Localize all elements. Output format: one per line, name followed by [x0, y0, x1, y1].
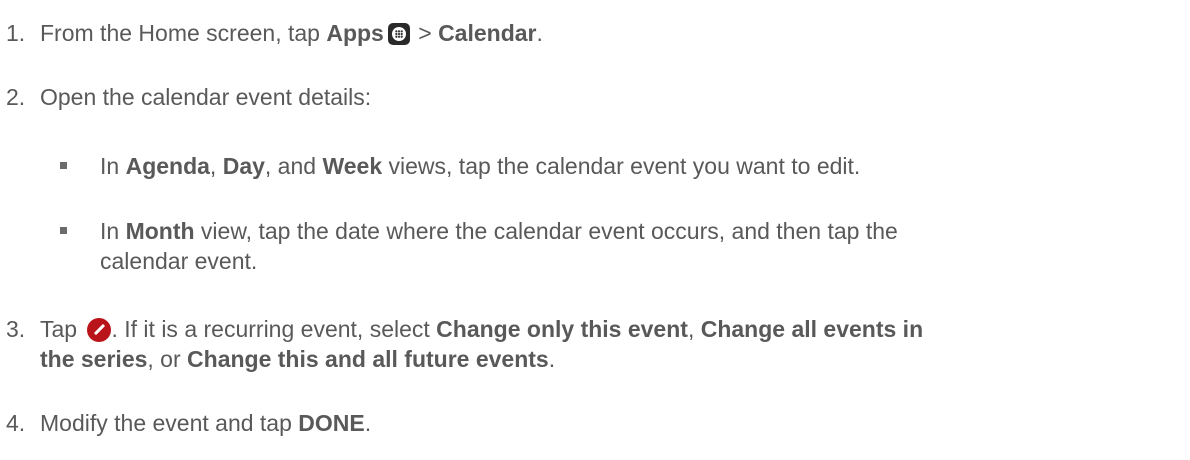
calendar-label: Calendar — [438, 20, 537, 46]
step-number: 4. — [6, 410, 26, 436]
step-text: From the Home screen, tap — [40, 20, 327, 46]
step-text: . — [364, 410, 372, 436]
bullet-icon — [60, 162, 67, 169]
step-text: Modify the event and tap — [40, 410, 299, 436]
step-number: 2. — [6, 84, 26, 110]
substep-2: In Month view, tap the date where the ca… — [100, 216, 898, 276]
change-only-this-event-label: Change only this event — [436, 316, 688, 342]
substep-text: In — [100, 153, 126, 179]
substep-text: calendar event. — [100, 248, 258, 274]
substep-text: In — [100, 218, 126, 244]
change-all-events-label-cont: the series — [40, 346, 148, 372]
day-label: Day — [222, 153, 265, 179]
bullet-icon — [60, 227, 67, 234]
step-text: . — [536, 20, 543, 46]
substep-text: , — [209, 153, 223, 179]
step-4: 4. Modify the event and tap DONE. — [0, 408, 371, 438]
step-number: 1. — [6, 20, 26, 46]
step-1: 1. From the Home screen, tap Apps > Calen… — [0, 18, 543, 48]
step-text: . — [548, 346, 556, 372]
step-3: 3. Tap . If it is a recurring event, sele… — [0, 314, 923, 374]
substep-text: , and — [264, 153, 323, 179]
apps-label: Apps — [326, 20, 384, 46]
substep-text: view, tap the date where the calendar ev… — [194, 218, 898, 244]
step-text: Open the calendar event details: — [40, 84, 372, 110]
apps-grid-icon — [387, 23, 410, 45]
step-text: Tap — [40, 316, 84, 342]
agenda-label: Agenda — [125, 153, 210, 179]
step-2: 2. Open the calendar event details: — [0, 82, 371, 112]
substep-1: In Agenda, Day, and Week views, tap the … — [100, 151, 860, 181]
done-label: DONE — [298, 410, 365, 436]
step-text: , or — [147, 346, 188, 372]
pencil-edit-icon — [87, 318, 112, 342]
step-text: , — [687, 316, 701, 342]
change-all-events-label: Change all events in — [700, 316, 924, 342]
step-text: . If it is a recurring event, select — [111, 316, 437, 342]
step-number: 3. — [6, 316, 26, 342]
substep-text: views, tap the calendar event you want t… — [382, 153, 861, 179]
step-text: > — [411, 20, 439, 46]
week-label: Week — [322, 153, 383, 179]
month-label: Month — [125, 218, 195, 244]
change-future-events-label: Change this and all future events — [187, 346, 549, 372]
